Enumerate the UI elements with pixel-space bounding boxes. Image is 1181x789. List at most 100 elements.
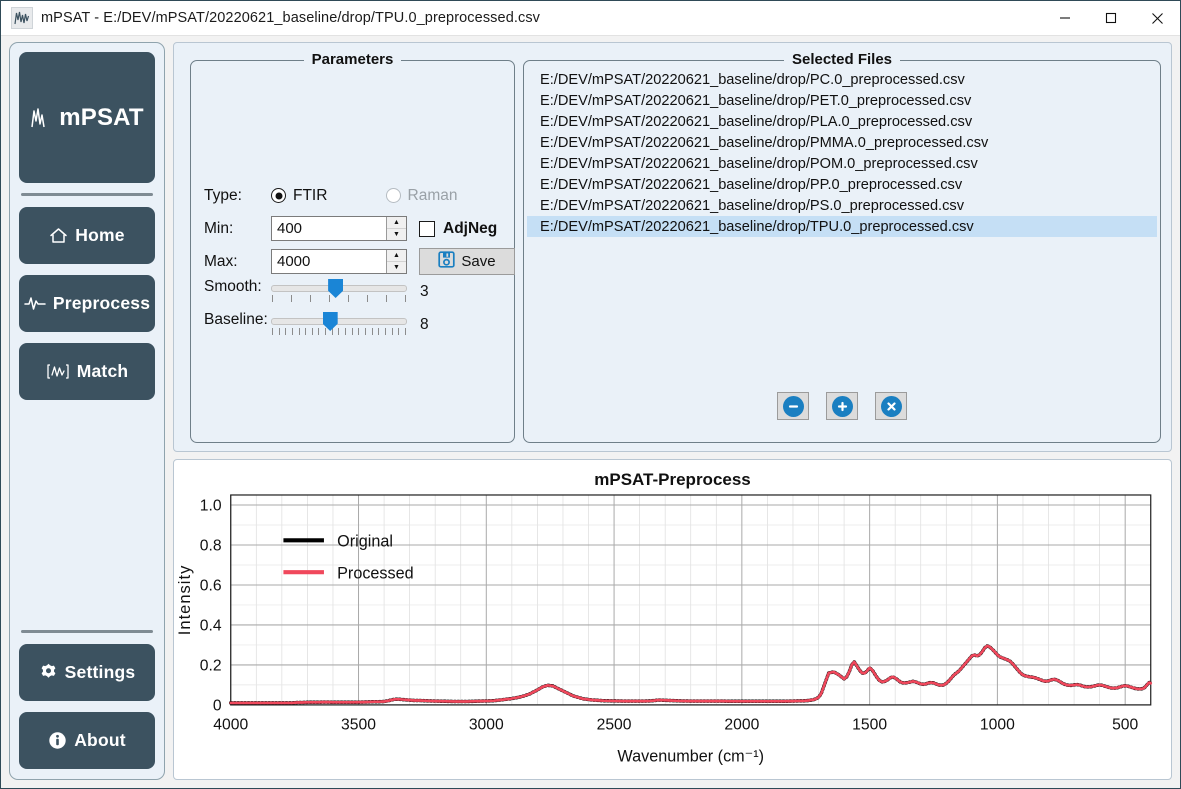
minus-circle-icon [782, 395, 804, 417]
radio-raman-label: Raman [407, 186, 458, 204]
sidebar-item-settings-label: Settings [64, 662, 136, 682]
bracket-waveform-icon [46, 363, 70, 380]
adjneg-checkbox[interactable]: AdjNeg [419, 220, 497, 238]
svg-text:4000: 4000 [213, 717, 248, 734]
sidebar: mPSAT Home Preprocess Match Settings Abo… [9, 42, 165, 780]
remove-file-button[interactable] [777, 392, 809, 420]
sidebar-item-match[interactable]: Match [19, 343, 155, 400]
list-item[interactable]: E:/DEV/mPSAT/20220621_baseline/drop/PLA.… [527, 111, 1157, 132]
list-item[interactable]: E:/DEV/mPSAT/20220621_baseline/drop/PET.… [527, 90, 1157, 111]
save-button[interactable]: Save [419, 248, 515, 275]
selected-files-group: Selected Files E:/DEV/mPSAT/20220621_bas… [523, 51, 1161, 443]
app-window: mPSAT - E:/DEV/mPSAT/20220621_baseline/d… [0, 0, 1181, 789]
mpsat-logo-icon [11, 7, 33, 29]
top-panels: Parameters Type: FTIR Raman Min: 400 ▲ ▼… [173, 42, 1172, 452]
close-button[interactable] [1134, 1, 1180, 35]
max-spin-arrows[interactable]: ▲ ▼ [386, 250, 406, 273]
list-item[interactable]: E:/DEV/mPSAT/20220621_baseline/drop/PC.0… [527, 69, 1157, 90]
file-list[interactable]: E:/DEV/mPSAT/20220621_baseline/drop/PC.0… [524, 61, 1160, 442]
clear-files-button[interactable] [875, 392, 907, 420]
svg-text:2000: 2000 [724, 717, 759, 734]
min-input[interactable] [272, 217, 386, 240]
spectrum-chart: 4000 3500 3000 2500 2000 1500 1000 500 0 0.2 0.4 0.… [176, 494, 1153, 766]
selected-files-group-title-text: Selected Files [783, 51, 901, 68]
max-input[interactable] [272, 250, 386, 273]
list-item[interactable]: E:/DEV/mPSAT/20220621_baseline/drop/PP.0… [527, 174, 1157, 195]
max-spin-up[interactable]: ▲ [387, 250, 406, 262]
waveform-icon [24, 295, 46, 312]
floppy-disk-icon [438, 251, 456, 272]
gear-icon [39, 663, 58, 682]
adjneg-label: AdjNeg [443, 219, 498, 237]
main-area: Parameters Type: FTIR Raman Min: 400 ▲ ▼… [173, 42, 1172, 780]
smooth-slider[interactable] [271, 278, 407, 302]
sidebar-item-about-label: About [74, 730, 126, 750]
svg-text:Wavenumber (cm⁻¹): Wavenumber (cm⁻¹) [617, 747, 764, 765]
min-spin-arrows[interactable]: ▲ ▼ [386, 217, 406, 240]
svg-text:0: 0 [213, 697, 222, 714]
add-file-button[interactable] [826, 392, 858, 420]
smooth-slider-ticks [271, 295, 407, 302]
sidebar-item-preprocess-label: Preprocess [52, 293, 151, 313]
chart-panel: mPSAT-Preprocess 4000 3500 3000 2500 2000 150… [173, 459, 1172, 780]
sidebar-item-about[interactable]: About [19, 712, 155, 769]
smooth-label: Smooth: [204, 278, 262, 295]
max-row: Max: ▲ ▼ [204, 245, 515, 278]
sidebar-divider-bottom [21, 630, 153, 633]
max-label: Max: [204, 252, 238, 270]
radio-ftir-label: FTIR [293, 186, 328, 204]
maximize-button[interactable] [1088, 1, 1134, 35]
min-label: Min: [204, 219, 234, 237]
list-item[interactable]: E:/DEV/mPSAT/20220621_baseline/drop/PMMA… [527, 132, 1157, 153]
mpsat-waveform-icon [30, 107, 56, 129]
parameters-group-title: Parameters [191, 51, 514, 68]
baseline-value: 8 [420, 316, 429, 333]
svg-text:0.2: 0.2 [200, 657, 222, 674]
baseline-slider-ticks [271, 328, 407, 335]
parameters-body: Type: FTIR Raman Min: 400 ▲ ▼ AdjNeg Max… [191, 61, 515, 344]
plus-circle-icon [831, 395, 853, 417]
min-row: Min: ▲ ▼ AdjNe [204, 212, 500, 245]
baseline-slider[interactable] [271, 311, 407, 335]
svg-text:500: 500 [1112, 717, 1138, 734]
info-icon [48, 731, 67, 750]
parameters-group: Parameters Type: FTIR Raman Min: 400 ▲ ▼… [190, 51, 515, 443]
title-bar: mPSAT - E:/DEV/mPSAT/20220621_baseline/d… [1, 1, 1180, 36]
min-spin-up[interactable]: ▲ [387, 217, 406, 229]
radio-ftir-indicator [271, 188, 286, 203]
window-title: mPSAT - E:/DEV/mPSAT/20220621_baseline/d… [41, 10, 541, 26]
parameters-group-title-text: Parameters [303, 51, 402, 68]
baseline-slider-track[interactable] [271, 318, 407, 325]
baseline-row: Baseline: 8 [204, 311, 500, 344]
window-controls [1042, 1, 1180, 35]
home-icon [49, 227, 68, 244]
svg-text:1000: 1000 [980, 717, 1015, 734]
min-spin-down[interactable]: ▼ [387, 229, 406, 240]
sidebar-divider-top [21, 193, 153, 196]
list-item[interactable]: E:/DEV/mPSAT/20220621_baseline/drop/PS.0… [527, 195, 1157, 216]
list-item[interactable]: E:/DEV/mPSAT/20220621_baseline/drop/POM.… [527, 153, 1157, 174]
sidebar-logo-label: mPSAT [59, 103, 144, 131]
sidebar-item-settings[interactable]: Settings [19, 644, 155, 701]
max-spin-down[interactable]: ▼ [387, 262, 406, 273]
sidebar-item-match-label: Match [76, 361, 129, 381]
radio-raman-indicator [385, 188, 401, 203]
svg-text:3500: 3500 [341, 717, 376, 734]
save-button-label: Save [461, 253, 496, 270]
radio-ftir[interactable]: FTIR [271, 187, 386, 205]
window-body: mPSAT Home Preprocess Match Settings Abo… [1, 36, 1180, 788]
list-item-selected[interactable]: E:/DEV/mPSAT/20220621_baseline/drop/TPU.… [527, 216, 1157, 237]
svg-text:0.4: 0.4 [200, 617, 222, 634]
sidebar-item-preprocess[interactable]: Preprocess [19, 275, 155, 332]
svg-text:2500: 2500 [597, 717, 632, 734]
max-spinbox[interactable]: ▲ ▼ [271, 249, 407, 274]
minimize-button[interactable] [1042, 1, 1088, 35]
svg-text:0.8: 0.8 [200, 538, 222, 555]
min-spinbox[interactable]: ▲ ▼ [271, 216, 407, 241]
svg-text:1500: 1500 [852, 717, 887, 734]
svg-text:0.6: 0.6 [200, 578, 222, 595]
adjneg-checkbox-box [419, 220, 435, 237]
sidebar-logo[interactable]: mPSAT [19, 52, 155, 183]
sidebar-item-home[interactable]: Home [19, 207, 155, 264]
